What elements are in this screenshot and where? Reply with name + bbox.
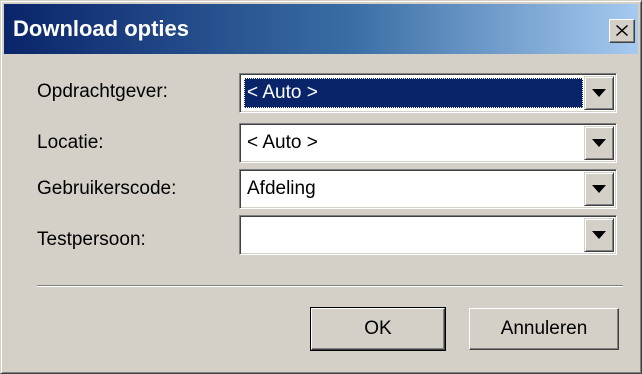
separator-line bbox=[37, 285, 623, 287]
testpersoon-value bbox=[244, 220, 250, 250]
close-x-icon bbox=[616, 25, 628, 36]
locatie-combobox[interactable]: < Auto > bbox=[239, 123, 617, 163]
locatie-value: < Auto > bbox=[247, 132, 318, 153]
testpersoon-combobox[interactable] bbox=[239, 215, 617, 255]
locatie-dropdown-button[interactable] bbox=[584, 126, 614, 160]
gebruikerscode-label: Gebruikerscode: bbox=[37, 178, 177, 199]
chevron-down-icon bbox=[592, 185, 606, 193]
opdrachtgever-value: < Auto > bbox=[244, 78, 583, 108]
opdrachtgever-dropdown-button[interactable] bbox=[584, 76, 614, 110]
ok-button[interactable]: OK bbox=[310, 307, 446, 351]
dialog-title: Download opties bbox=[13, 16, 189, 41]
gebruikerscode-value: Afdeling bbox=[247, 178, 316, 199]
testpersoon-dropdown-button[interactable] bbox=[584, 218, 614, 252]
testpersoon-label: Testpersoon: bbox=[37, 229, 146, 250]
opdrachtgever-combobox[interactable]: < Auto > bbox=[239, 73, 617, 113]
cancel-button[interactable]: Annuleren bbox=[469, 308, 619, 350]
dialog-window: Download opties Opdrachtgever: < Auto > … bbox=[0, 0, 642, 374]
gebruikerscode-dropdown-button[interactable] bbox=[584, 172, 614, 206]
chevron-down-icon bbox=[592, 89, 606, 97]
gebruikerscode-combobox[interactable]: Afdeling bbox=[239, 169, 617, 209]
chevron-down-icon bbox=[592, 231, 606, 239]
title-bar[interactable]: Download opties bbox=[4, 4, 638, 54]
opdrachtgever-label: Opdrachtgever: bbox=[37, 81, 168, 102]
close-button[interactable] bbox=[609, 19, 635, 43]
chevron-down-icon bbox=[592, 139, 606, 147]
locatie-label: Locatie: bbox=[37, 132, 104, 153]
